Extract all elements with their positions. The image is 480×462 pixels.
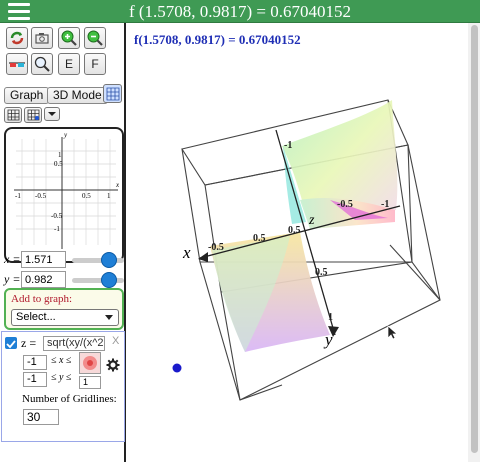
- grid-point-button[interactable]: [24, 107, 42, 123]
- options-dropdown[interactable]: [44, 107, 60, 121]
- search-icon: [34, 56, 50, 72]
- gridlines-input[interactable]: 30: [23, 409, 59, 425]
- mini-plot[interactable]: -1 -0.5 0.5 1 x 1 0.5 -0.5 -1 y: [4, 127, 124, 263]
- mini-tick-x-neg05: -0.5: [35, 192, 47, 200]
- color-swatch[interactable]: [79, 352, 101, 374]
- grid-icon: [7, 109, 19, 121]
- 3d-glasses-button[interactable]: [6, 53, 28, 75]
- scrollbar[interactable]: [468, 23, 480, 462]
- formula-input[interactable]: sqrt(xy/(x^2: [43, 336, 105, 351]
- top-bar: f (1.5708, 0.9817) = 0.67040152: [0, 0, 480, 23]
- camera-button[interactable]: [31, 27, 53, 49]
- grid-options-button[interactable]: [103, 84, 122, 103]
- add-to-graph-selected: Select...: [16, 311, 56, 323]
- grid-point-icon: [27, 109, 39, 121]
- mini-plot-grid: -1 -0.5 0.5 1 x 1 0.5 -0.5 -1 y: [14, 131, 120, 249]
- tick-z-n1: -1: [381, 199, 389, 210]
- main-3d-view[interactable]: f(1.5708, 0.9817) = 0.67040152 x y z 0.5…: [127, 23, 480, 462]
- tick-x-05: 0.5: [253, 233, 266, 244]
- formula-text: sqrt(xy/(x^2: [47, 337, 104, 349]
- x-slider-thumb[interactable]: [100, 252, 117, 268]
- add-to-graph-select[interactable]: Select...: [11, 309, 119, 326]
- mini-tick-y-1: 1: [58, 151, 62, 159]
- zoom-out-button[interactable]: [84, 27, 106, 49]
- y-max-input[interactable]: 1: [79, 376, 101, 389]
- grid-icon: [106, 87, 119, 100]
- y-slider-label: y =: [4, 272, 21, 286]
- mini-axis-y-label: y: [63, 131, 68, 139]
- z-label: z =: [21, 336, 37, 350]
- checkmark-icon: [6, 340, 16, 349]
- add-to-graph-label: Add to graph:: [11, 293, 73, 305]
- f-button[interactable]: F: [84, 53, 106, 75]
- 3d-plot[interactable]: x y z 0.5 -0.5 0.5 1 -1 -1 -0.5 0.5: [127, 23, 480, 462]
- sidebar: E F Graph 3D Mode -1 -0.5 0.5 1 x 1 0.5 …: [0, 23, 126, 462]
- close-formula-button[interactable]: X: [112, 335, 119, 347]
- x-slider-label: x =: [4, 252, 21, 266]
- reset-icon: [10, 31, 24, 45]
- tick-z-n05: 0.5: [288, 225, 301, 236]
- reset-button[interactable]: [6, 27, 28, 49]
- y-slider-track[interactable]: [72, 272, 124, 288]
- mini-tick-x-1: 1: [107, 192, 111, 200]
- zoom-in-button[interactable]: [58, 27, 80, 49]
- zoom-in-icon: [61, 30, 77, 46]
- chevron-down-icon: [48, 112, 56, 116]
- camera-icon: [35, 33, 49, 44]
- mini-tick-y-neg1: -1: [54, 225, 60, 233]
- zoom-out-icon: [87, 30, 103, 46]
- x-range-label: ≤ x ≤: [51, 355, 72, 366]
- equation-panel: z = sqrt(xy/(x^2 X -1 ≤ x ≤ -1 ≤ y ≤ 1 N…: [1, 331, 125, 442]
- x-axis-label: x: [182, 243, 191, 262]
- mouse-cursor-icon: [387, 325, 398, 340]
- mini-tick-x-neg1: -1: [15, 192, 21, 200]
- tick-z-05: -0.5: [337, 199, 353, 210]
- grid-toggle-button[interactable]: [4, 107, 22, 123]
- color-swatch-icon: [83, 356, 97, 370]
- x-slider-track[interactable]: [72, 252, 124, 268]
- y-slider-thumb[interactable]: [100, 272, 117, 288]
- mini-tick-y-05: 0.5: [54, 160, 63, 168]
- y-slider-row: y =: [4, 270, 124, 290]
- 3d-glasses-icon: [9, 62, 25, 67]
- gridlines-label: Number of Gridlines:: [22, 393, 117, 405]
- mini-tick-x-05: 0.5: [82, 192, 91, 200]
- x-slider-row: x =: [4, 250, 124, 270]
- graph-point[interactable]: [172, 363, 182, 373]
- 3d-mode-button[interactable]: 3D Mode: [47, 87, 108, 104]
- mini-axis-x-label: x: [115, 181, 120, 189]
- tick-y-1: 1: [328, 312, 333, 323]
- y-axis-label: y: [323, 330, 333, 349]
- graph-button[interactable]: Graph: [4, 87, 50, 104]
- add-to-graph-panel: Add to graph: Select...: [4, 288, 124, 330]
- mini-tick-y-neg05: -0.5: [51, 212, 63, 220]
- e-button[interactable]: E: [58, 53, 80, 75]
- x-value-input[interactable]: [21, 251, 66, 268]
- tick-y-n1: -1: [284, 140, 292, 151]
- tick-x-n05: -0.5: [208, 242, 224, 253]
- y-value-input[interactable]: [21, 271, 66, 288]
- y-min-input[interactable]: -1: [23, 372, 47, 387]
- y-range-label: ≤ y ≤: [51, 372, 72, 383]
- tick-y-05: 0.5: [315, 267, 328, 278]
- chevron-down-icon: [105, 315, 113, 320]
- z-axis-label: z: [308, 213, 315, 228]
- equation-checkbox[interactable]: [5, 337, 17, 349]
- gear-icon[interactable]: [106, 358, 120, 372]
- scrollbar-thumb[interactable]: [471, 25, 478, 453]
- page-title: f (1.5708, 0.9817) = 0.67040152: [128, 2, 352, 21]
- x-min-input[interactable]: -1: [23, 355, 47, 370]
- search-button[interactable]: [31, 53, 53, 75]
